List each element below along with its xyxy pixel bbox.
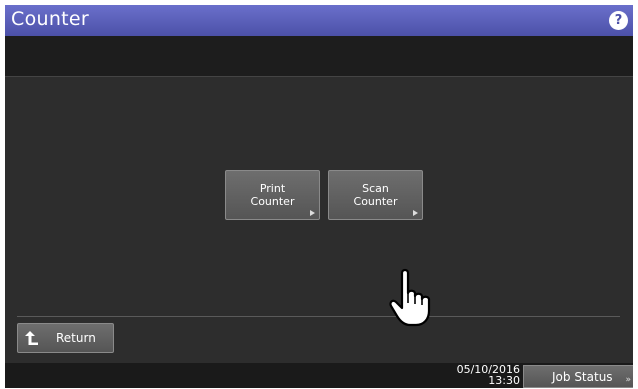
triangle-right-icon [413, 210, 418, 216]
print-counter-button[interactable]: Print Counter [225, 170, 320, 220]
help-button[interactable]: ? [609, 11, 628, 30]
date-time: 05/10/2016 13:30 [445, 364, 520, 386]
hand-pointer-icon [389, 268, 431, 327]
triangle-right-icon [310, 210, 315, 216]
return-arrow-icon [25, 331, 38, 345]
return-label: Return [56, 331, 96, 345]
return-button[interactable]: Return [17, 323, 114, 353]
scan-counter-button[interactable]: Scan Counter [328, 170, 423, 220]
scan-counter-label: Scan Counter [353, 182, 398, 208]
main-panel: Print Counter Scan Counter Return [5, 77, 633, 363]
double-chevron-right-icon: » [625, 375, 631, 385]
print-counter-label: Print Counter [250, 182, 295, 208]
divider [17, 316, 620, 317]
title-bar: Counter ? [5, 5, 633, 36]
job-status-label: Job Status [552, 370, 613, 384]
counter-screen: Counter ? Print Counter Scan Counter Ret… [5, 5, 633, 388]
time-text: 13:30 [488, 374, 520, 387]
job-status-button[interactable]: Job Status » [523, 365, 633, 388]
sub-header-bar [5, 36, 633, 77]
status-bar: 05/10/2016 13:30 Job Status » [5, 363, 633, 388]
page-title: Counter [11, 8, 90, 30]
